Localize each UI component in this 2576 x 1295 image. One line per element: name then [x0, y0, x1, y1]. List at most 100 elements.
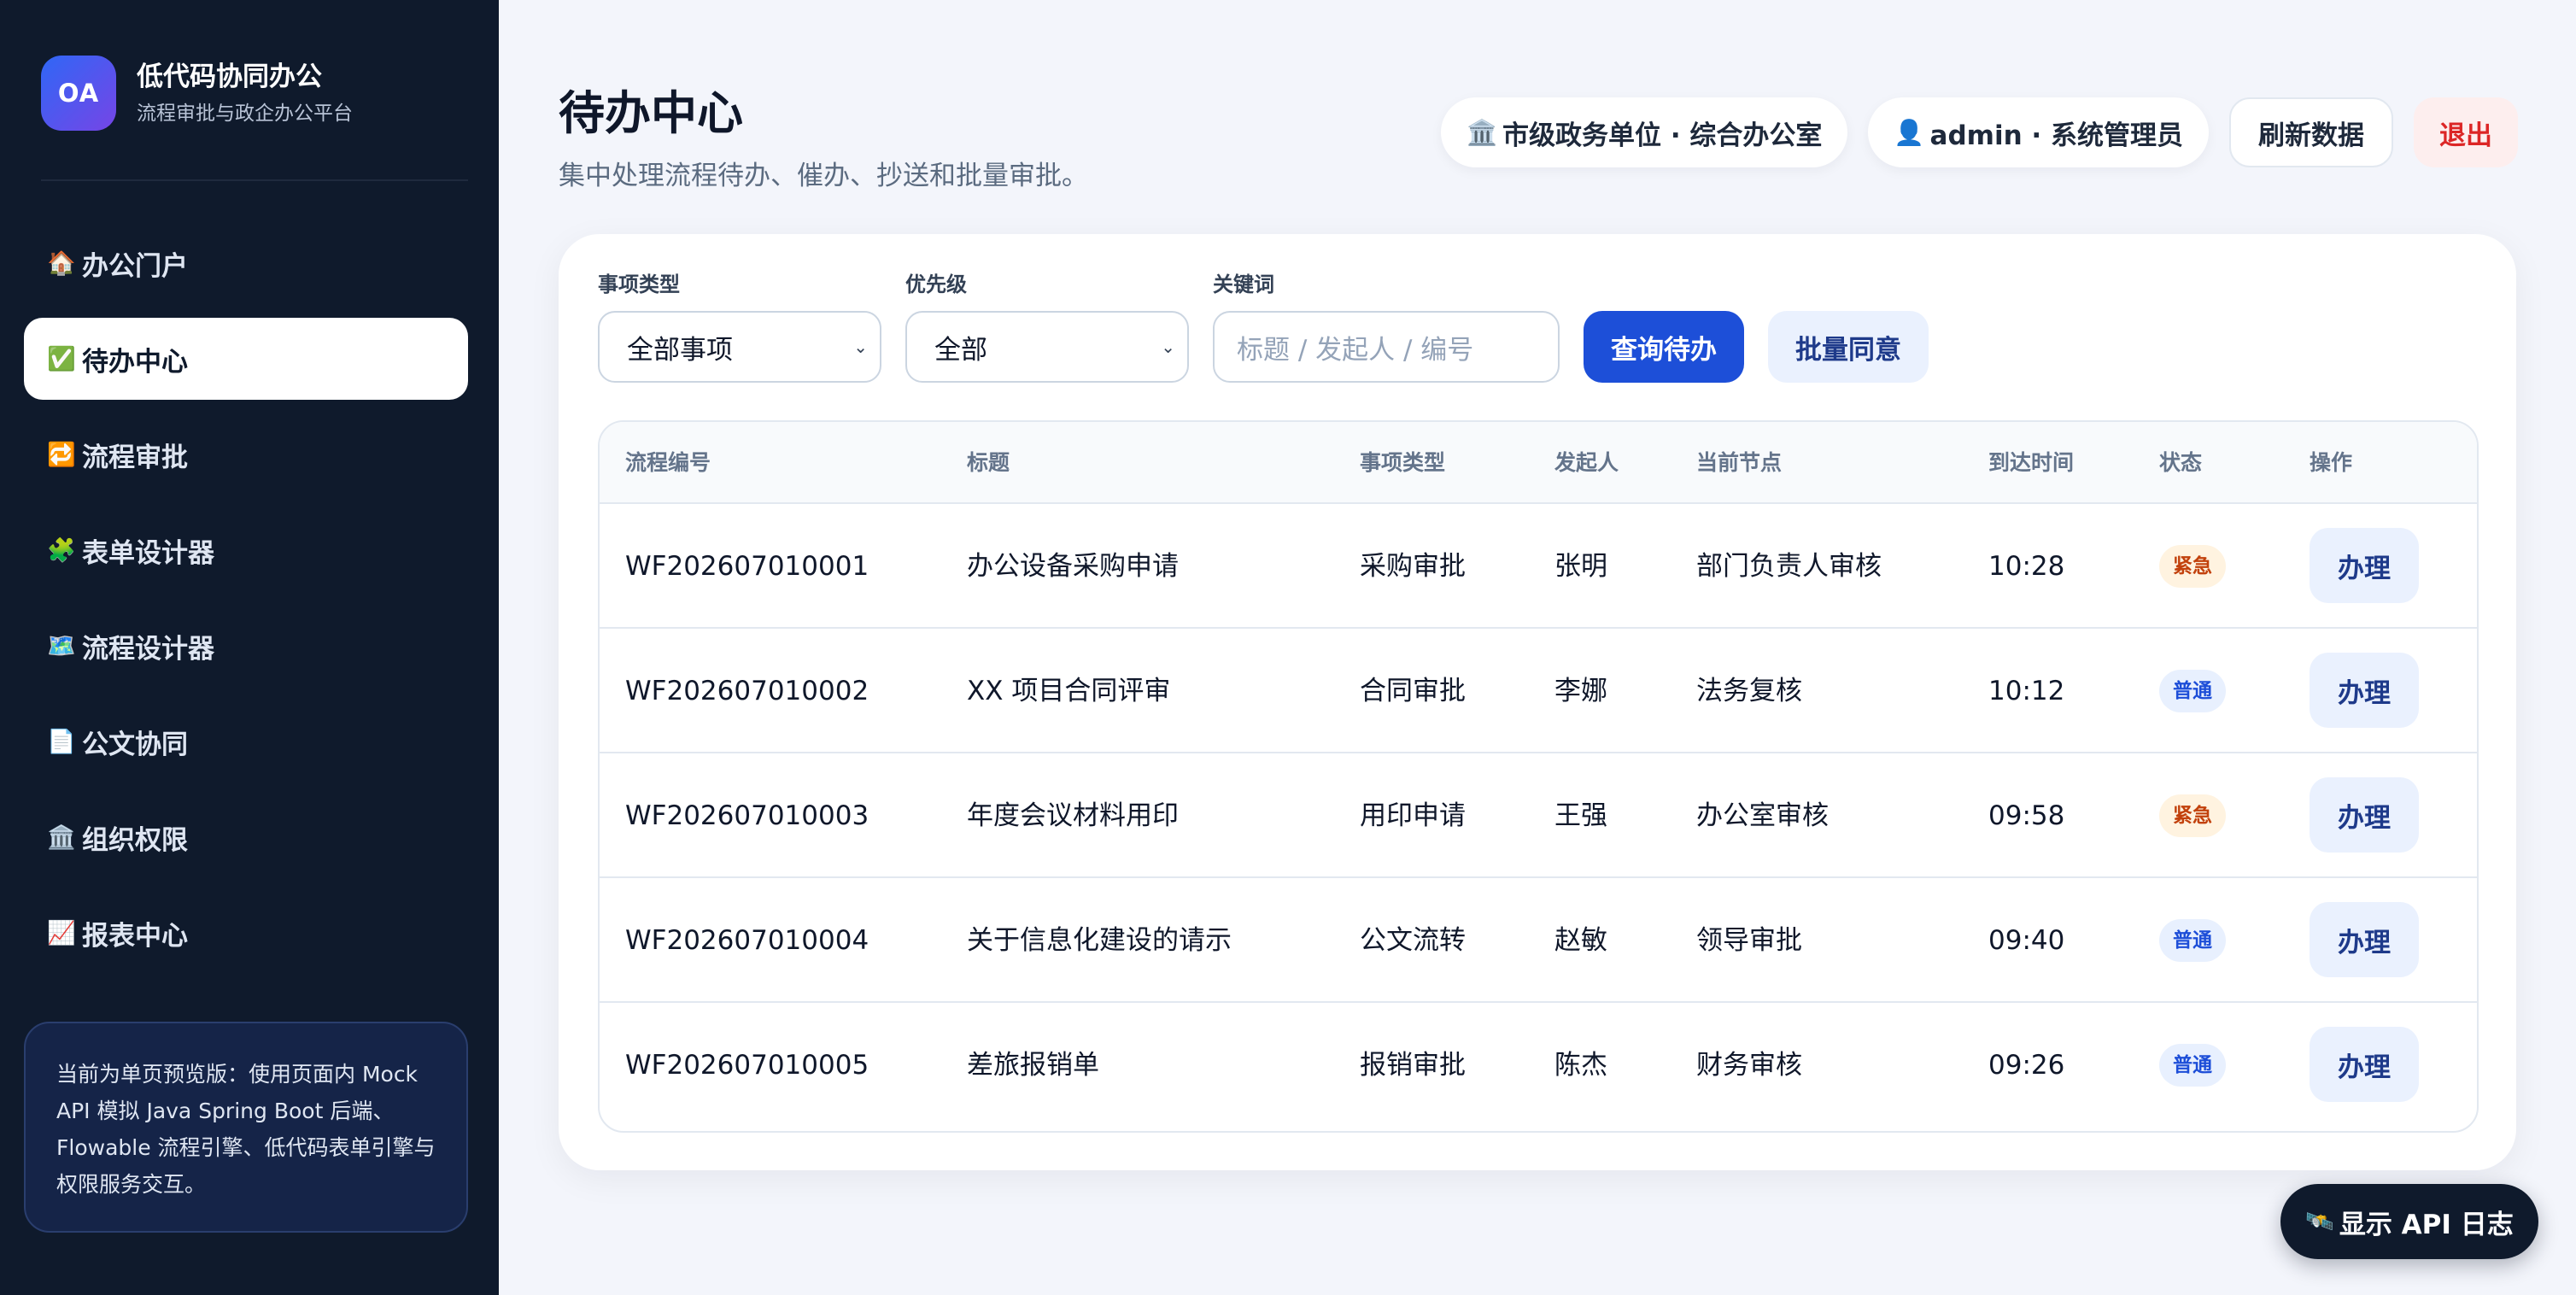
node-cell: 财务审核 [1696, 1050, 1802, 1081]
type-cell: 报销审批 [1360, 1050, 1466, 1081]
handle-button[interactable]: 办理 [2310, 902, 2419, 977]
batch-approve-button[interactable]: 批量同意 [1768, 311, 1929, 383]
sidebar-item-documents[interactable]: 📄 公文协同 [24, 700, 468, 782]
type-cell: 合同审批 [1360, 676, 1466, 706]
handle-button[interactable]: 办理 [2310, 1027, 2419, 1102]
brand: OA 低代码协同办公 流程审批与政企办公平台 [41, 56, 353, 131]
type-select[interactable]: 全部事项 ⌄ [598, 311, 881, 383]
status-badge: 普通 [2159, 1044, 2226, 1087]
handle-button[interactable]: 办理 [2310, 653, 2419, 728]
todo-table: 流程编号 标题 事项类型 发起人 当前节点 到达时间 状态 操作 WF20260… [598, 420, 2479, 1133]
building-icon: 🏛️ [47, 824, 76, 851]
column-header: 事项类型 [1360, 450, 1446, 475]
priority-select-value: 全部 [934, 334, 987, 366]
priority-filter-label: 优先级 [905, 272, 967, 296]
priority-select[interactable]: 全部 ⌄ [905, 311, 1189, 383]
title-cell: 差旅报销单 [967, 1050, 1099, 1081]
table-row: WF202607010001 办公设备采购申请 采购审批 张明 部门负责人审核 … [600, 504, 2477, 629]
refresh-button[interactable]: 刷新数据 [2229, 97, 2393, 167]
time-cell: 09:40 [1988, 925, 2065, 956]
table-row: WF202607010004 关于信息化建设的请示 公文流转 赵敏 领导审批 0… [600, 878, 2477, 1003]
sidebar-item-flow-designer[interactable]: 🗺️ 流程设计器 [24, 605, 468, 687]
sidebar-item-org-permissions[interactable]: 🏛️ 组织权限 [24, 796, 468, 878]
flow-id-cell: WF202607010003 [625, 800, 869, 831]
header-actions: 🏛️ 市级政务单位 · 综合办公室 👤 admin · 系统管理员 刷新数据 退出 [1440, 97, 2518, 167]
type-cell: 用印申请 [1360, 800, 1466, 831]
table-row: WF202607010003 年度会议材料用印 用印申请 王强 办公室审核 09… [600, 753, 2477, 878]
status-badge: 紧急 [2159, 545, 2226, 588]
keyword-filter-group: 关键词 标题 / 发起人 / 编号 [1213, 272, 1560, 383]
building-icon: 🏛️ [1466, 117, 1498, 147]
handle-button[interactable]: 办理 [2310, 528, 2419, 603]
sidebar-item-label: 公文协同 [82, 729, 188, 760]
flow-id-cell: WF202607010001 [625, 551, 869, 582]
api-log-label: 显示 API 日志 [2339, 1209, 2514, 1240]
user-label: admin · 系统管理员 [1929, 120, 2183, 151]
status-badge: 紧急 [2159, 794, 2226, 837]
flow-id-cell: WF202607010002 [625, 676, 869, 706]
puzzle-icon: 🧩 [47, 537, 76, 564]
column-header: 状态 [2159, 450, 2203, 475]
type-cell: 采购审批 [1360, 551, 1466, 582]
chevron-down-icon: ⌄ [853, 337, 868, 357]
node-cell: 法务复核 [1696, 676, 1802, 706]
sidebar-item-label: 表单设计器 [82, 537, 214, 569]
column-header: 当前节点 [1696, 450, 1783, 475]
sidebar-item-label: 流程审批 [82, 442, 188, 473]
initiator-cell: 李娜 [1554, 676, 1607, 706]
satellite-icon: 🛰️ [2305, 1209, 2334, 1235]
home-icon: 🏠 [47, 250, 76, 277]
initiator-cell: 陈杰 [1554, 1050, 1607, 1081]
sidebar: OA 低代码协同办公 流程审批与政企办公平台 🏠 办公门户 ✅ 待办中心 🔁 流程审批… [0, 0, 499, 1295]
sidebar-item-label: 组织权限 [82, 824, 188, 856]
sidebar-item-label: 流程设计器 [82, 633, 214, 665]
node-cell: 领导审批 [1696, 925, 1802, 956]
sidebar-item-label: 办公门户 [82, 250, 188, 282]
table-row: WF202607010002 XX 项目合同评审 合同审批 李娜 法务复核 10… [600, 629, 2477, 753]
time-cell: 09:26 [1988, 1050, 2065, 1081]
node-cell: 办公室审核 [1696, 800, 1829, 831]
type-filter-group: 事项类型 全部事项 ⌄ [598, 272, 881, 383]
sidebar-item-todo-center[interactable]: ✅ 待办中心 [24, 318, 468, 400]
initiator-cell: 张明 [1554, 551, 1607, 582]
user-chip: 👤 admin · 系统管理员 [1868, 97, 2209, 167]
flow-id-cell: WF202607010004 [625, 925, 869, 956]
map-icon: 🗺️ [47, 633, 76, 659]
table-row: WF202607010005 差旅报销单 报销审批 陈杰 财务审核 09:26 … [600, 1003, 2477, 1128]
sidebar-item-approval[interactable]: 🔁 流程审批 [24, 413, 468, 495]
logout-button[interactable]: 退出 [2414, 97, 2518, 167]
type-select-value: 全部事项 [627, 334, 733, 366]
time-cell: 09:58 [1988, 800, 2065, 831]
main-content: 待办中心 集中处理流程待办、催办、抄送和批量审批。 🏛️ 市级政务单位 · 综合办… [499, 0, 2576, 1295]
user-icon: 👤 [1894, 117, 1925, 147]
page-description: 集中处理流程待办、催办、抄送和批量审批。 [559, 161, 1088, 191]
query-todo-button[interactable]: 查询待办 [1584, 311, 1744, 383]
sidebar-divider [41, 179, 468, 181]
handle-button[interactable]: 办理 [2310, 777, 2419, 853]
todo-card: 事项类型 全部事项 ⌄ 优先级 全部 ⌄ 关键词 标题 / 发起人 / 编号 查询待… [559, 234, 2516, 1170]
org-chip: 🏛️ 市级政务单位 · 综合办公室 [1440, 97, 1848, 167]
chart-icon: 📈 [47, 920, 76, 946]
time-cell: 10:28 [1988, 551, 2065, 582]
brand-text: 低代码协同办公 流程审批与政企办公平台 [137, 60, 353, 126]
time-cell: 10:12 [1988, 676, 2065, 706]
title-cell: 关于信息化建设的请示 [967, 925, 1232, 956]
sidebar-nav: 🏠 办公门户 ✅ 待办中心 🔁 流程审批 🧩 表单设计器 🗺️ 流程设计器 📄 公文协同 🏛… [24, 222, 468, 987]
column-header: 操作 [2310, 450, 2353, 475]
title-cell: XX 项目合同评审 [967, 676, 1171, 706]
show-api-log-button[interactable]: 🛰️ 显示 API 日志 [2280, 1184, 2538, 1259]
document-icon: 📄 [47, 729, 76, 755]
sidebar-item-portal[interactable]: 🏠 办公门户 [24, 222, 468, 304]
brand-logo: OA [41, 56, 116, 131]
keyword-input[interactable]: 标题 / 发起人 / 编号 [1213, 311, 1560, 383]
initiator-cell: 赵敏 [1554, 925, 1607, 956]
column-header: 流程编号 [625, 450, 711, 475]
title-cell: 年度会议材料用印 [967, 800, 1179, 831]
status-badge: 普通 [2159, 670, 2226, 712]
column-header: 到达时间 [1988, 450, 2075, 475]
sidebar-item-form-designer[interactable]: 🧩 表单设计器 [24, 509, 468, 591]
sidebar-item-reports[interactable]: 📈 报表中心 [24, 892, 468, 974]
title-cell: 办公设备采购申请 [967, 551, 1179, 582]
chevron-down-icon: ⌄ [1161, 337, 1175, 357]
priority-filter-group: 优先级 全部 ⌄ [905, 272, 1189, 383]
